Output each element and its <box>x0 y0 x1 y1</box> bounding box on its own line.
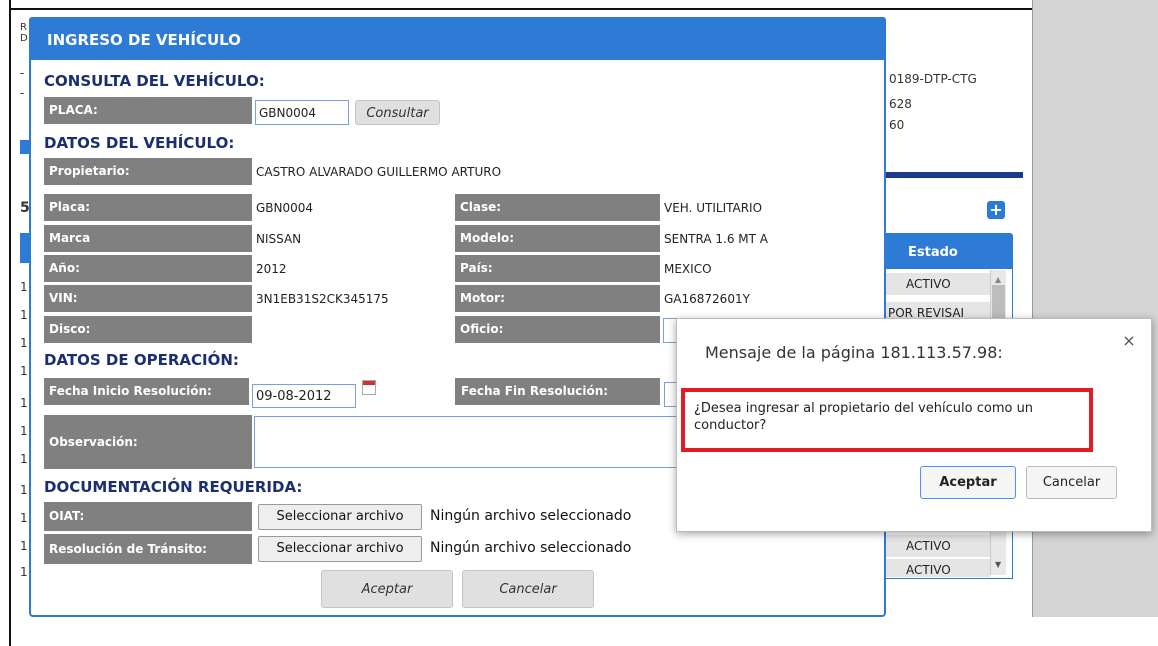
dialog-aceptar-button[interactable]: Aceptar <box>920 466 1016 499</box>
dialog-title: Mensaje de la página 181.113.57.98: <box>705 343 1003 362</box>
disco-label: Disco: <box>44 316 252 343</box>
add-icon[interactable]: + <box>987 201 1005 219</box>
placa-search-label: PLACA: <box>44 97 252 124</box>
modal-aceptar-button[interactable]: Aceptar <box>321 570 453 608</box>
fecha-inicio-input[interactable]: 09-08-2012 <box>252 384 356 408</box>
propietario-value: CASTRO ALVARADO GUILLERMO ARTURO <box>256 165 502 179</box>
modal-title: INGRESO DE VEHÍCULO <box>29 17 886 60</box>
anio-value: 2012 <box>256 262 287 276</box>
modelo-value: SENTRA 1.6 MT A <box>664 232 768 246</box>
propietario-label: Propietario: <box>44 158 252 185</box>
bg-blue-tab <box>20 140 29 154</box>
pais-value: MEXICO <box>664 262 712 276</box>
table-cell: ACTIVO <box>884 559 990 577</box>
scroll-down-icon[interactable]: ▼ <box>995 560 1001 569</box>
resolucion-select-file-button[interactable]: Seleccionar archivo <box>258 536 422 562</box>
placa-label: Placa: <box>44 194 252 221</box>
dialog-message: ¿Desea ingresar al propietario del vehíc… <box>694 401 1034 433</box>
placa-search-input[interactable]: GBN0004 <box>255 100 349 125</box>
clase-label: Clase: <box>455 194 660 221</box>
section-consulta: CONSULTA DEL VEHÍCULO: <box>44 72 265 90</box>
page-top-border <box>9 8 1032 10</box>
oiat-label: OIAT: <box>44 502 252 531</box>
motor-value: GA16872601Y <box>664 292 750 306</box>
section-operacion: DATOS DE OPERACIÓN: <box>44 351 239 369</box>
bg-right-line: 628 <box>889 97 912 111</box>
consultar-button[interactable]: Consultar <box>355 100 440 125</box>
resolucion-transito-label: Resolución de Tránsito: <box>44 534 252 564</box>
clase-value: VEH. UTILITARIO <box>664 201 763 215</box>
table-cell: ACTIVO <box>884 273 990 295</box>
pais-label: País: <box>455 255 660 282</box>
modelo-label: Modelo: <box>455 225 660 252</box>
dialog-cancelar-button[interactable]: Cancelar <box>1026 466 1117 499</box>
fecha-inicio-label: Fecha Inicio Resolución: <box>44 378 249 405</box>
section-datos: DATOS DEL VEHÍCULO: <box>44 134 235 152</box>
bg-blue-bar <box>885 172 1023 178</box>
close-icon[interactable]: × <box>1122 331 1136 350</box>
bg-right-line: 60 <box>889 118 905 132</box>
calendar-icon[interactable] <box>362 380 376 395</box>
page-left-border <box>9 0 11 646</box>
oficio-label: Oficio: <box>455 316 660 343</box>
scroll-up-icon[interactable]: ▲ <box>995 275 1001 284</box>
vin-label: VIN: <box>44 285 252 312</box>
observacion-textarea[interactable] <box>254 416 684 468</box>
table-cell: ACTIVO <box>884 535 990 557</box>
oiat-file-status: Ningún archivo seleccionado <box>430 508 632 524</box>
bg-blue-header <box>20 233 29 263</box>
estado-column-header: Estado <box>883 233 1013 269</box>
resolucion-file-status: Ningún archivo seleccionado <box>430 540 632 556</box>
section-documentacion: DOCUMENTACIÓN REQUERIDA: <box>44 478 303 496</box>
vin-value: 3N1EB31S2CK345175 <box>256 292 389 306</box>
observacion-label: Observación: <box>44 415 252 469</box>
fecha-fin-label: Fecha Fin Resolución: <box>455 378 660 405</box>
marca-value: NISSAN <box>256 232 302 246</box>
motor-label: Motor: <box>455 285 660 312</box>
bg-right-line: 0189-DTP-CTG <box>889 72 977 86</box>
placa-value: GBN0004 <box>256 201 314 215</box>
marca-label: Marca <box>44 225 252 252</box>
anio-label: Año: <box>44 255 252 282</box>
oiat-select-file-button[interactable]: Seleccionar archivo <box>258 504 422 530</box>
modal-cancelar-button[interactable]: Cancelar <box>462 570 594 608</box>
